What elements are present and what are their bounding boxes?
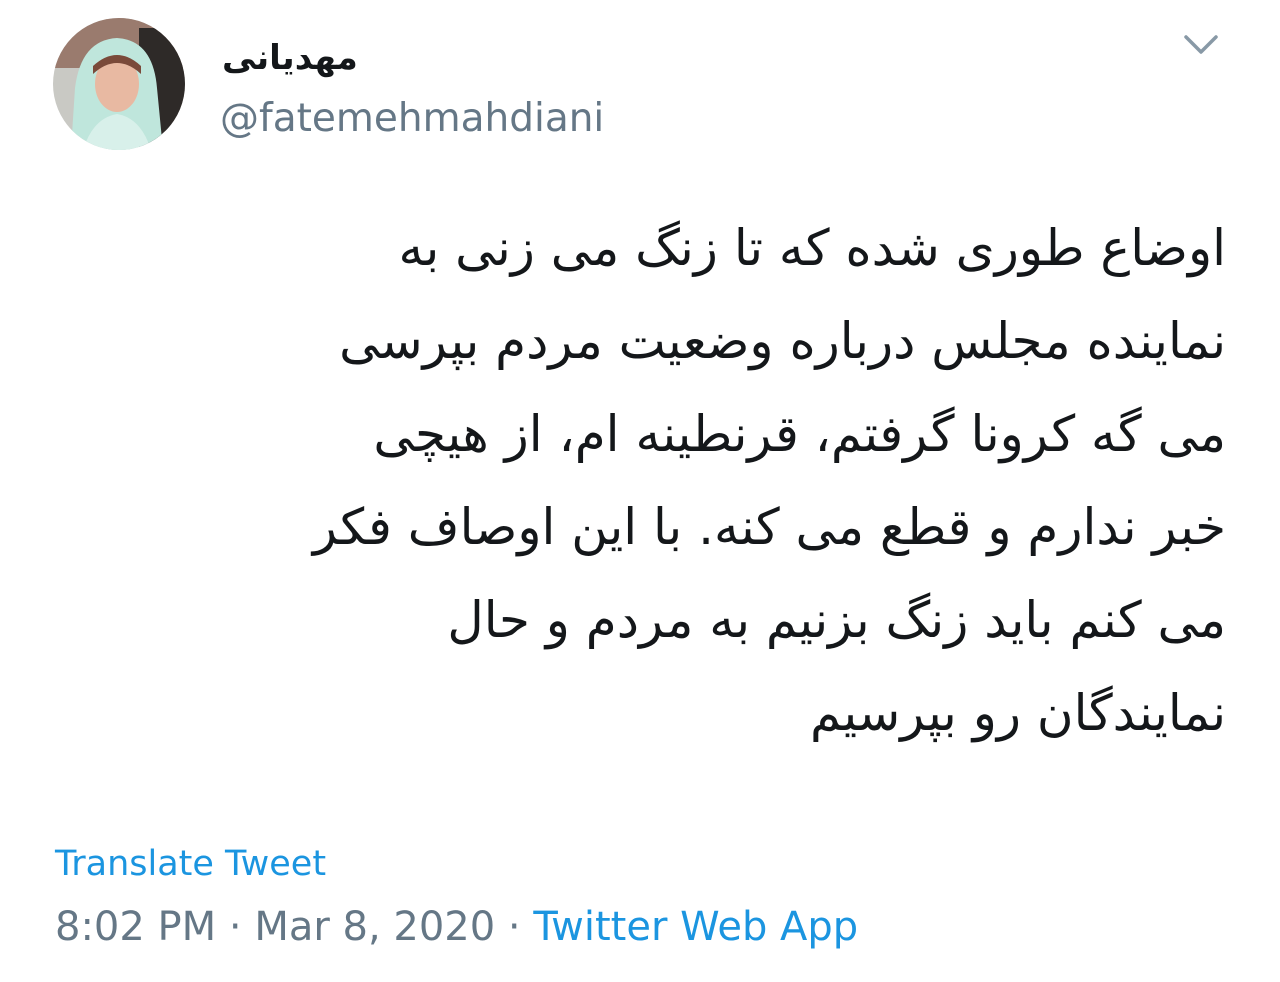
- tweet-source-link[interactable]: Twitter Web App: [533, 904, 858, 950]
- chevron-down-icon[interactable]: [1178, 28, 1224, 62]
- avatar-image: [53, 18, 185, 150]
- avatar[interactable]: [53, 18, 185, 150]
- tweet-line: می گه کرونا گرفتم، قرنطینه ام، از هیچی: [373, 405, 1226, 463]
- tweet-date[interactable]: Mar 8, 2020: [254, 904, 495, 950]
- meta-separator: ·: [507, 904, 521, 950]
- tweet-meta: 8:02 PM · Mar 8, 2020 · Twitter Web App: [55, 900, 858, 954]
- tweet-line: نمایندگان رو بپرسیم: [810, 684, 1226, 742]
- tweet-line: خبر ندارم و قطع می کنه. با این اوصاف فکر: [312, 498, 1226, 556]
- tweet-line: نماینده مجلس درباره وضعیت مردم بپرسی: [339, 312, 1226, 370]
- author-display-name[interactable]: مهدیانی: [222, 32, 358, 84]
- tweet-line: اوضاع طوری شده که تا زنگ می زنی به: [398, 219, 1226, 277]
- meta-separator: ·: [228, 904, 242, 950]
- author-handle[interactable]: @fatemehmahdiani: [220, 94, 604, 144]
- tweet-text: اوضاع طوری شده که تا زنگ می زنی به نماین…: [40, 202, 1226, 760]
- tweet-line: می کنم باید زنگ بزنیم به مردم و حال: [447, 591, 1226, 649]
- translate-tweet-link[interactable]: Translate Tweet: [55, 839, 326, 889]
- tweet-time[interactable]: 8:02 PM: [55, 904, 216, 950]
